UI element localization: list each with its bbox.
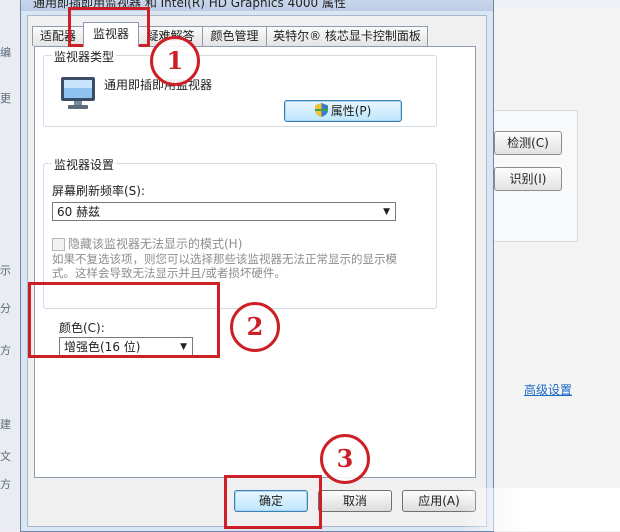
properties-button[interactable]: 属性(P) bbox=[284, 100, 402, 122]
left-fragment: 方 bbox=[0, 344, 11, 357]
identify-button[interactable]: 识别(I) bbox=[494, 167, 562, 191]
watermark-fade bbox=[460, 488, 620, 531]
monitor-type-title: 监视器类型 bbox=[52, 48, 117, 65]
advanced-settings-link[interactable]: 高级设置 bbox=[524, 381, 572, 398]
hide-modes-description: 如果不复选该项，则您可以选择那些该监视器无法正常显示的显示模式。这样会导致无法显… bbox=[52, 252, 397, 280]
step-badge-2: 2 bbox=[230, 302, 280, 352]
properties-button-label: 属性(P) bbox=[330, 104, 372, 118]
step-badge-3: 3 bbox=[320, 434, 370, 484]
left-fragment: 分 bbox=[0, 302, 11, 315]
detect-button[interactable]: 检测(C) bbox=[494, 131, 562, 155]
monitor-type-group: 监视器类型 通用即插即用监视器 属性(P) bbox=[43, 48, 437, 127]
dialog-client: 适配器 监视器 疑难解答 颜色管理 英特尔® 核芯显卡控制面板 监视器类型 通用… bbox=[27, 15, 487, 527]
refresh-rate-select[interactable]: 60 赫兹 ▼ bbox=[52, 202, 396, 221]
left-fragment: 文 bbox=[0, 450, 11, 463]
tab-color-management[interactable]: 颜色管理 bbox=[202, 26, 267, 46]
tab-monitor[interactable]: 监视器 bbox=[83, 22, 139, 47]
left-window-edge: 编 更 示 分 方 建 文 方 bbox=[0, 0, 22, 531]
properties-dialog: 通用即插即用监视器 和 Intel(R) HD Graphics 4000 属性… bbox=[20, 0, 494, 532]
monitor-settings-title: 监视器设置 bbox=[52, 156, 117, 173]
callout-box-colors bbox=[28, 282, 220, 358]
tab-intel-control-panel[interactable]: 英特尔® 核芯显卡控制面板 bbox=[266, 26, 428, 46]
left-fragment: 更 bbox=[0, 92, 11, 105]
refresh-rate-label: 屏幕刷新频率(S): bbox=[52, 184, 146, 198]
background-pane bbox=[488, 8, 620, 488]
hide-modes-checkbox[interactable] bbox=[52, 238, 65, 251]
monitor-icon bbox=[61, 77, 95, 109]
chevron-down-icon: ▼ bbox=[383, 207, 390, 217]
left-fragment: 方 bbox=[0, 478, 11, 491]
step-badge-1: 1 bbox=[150, 36, 200, 86]
left-fragment: 示 bbox=[0, 264, 11, 277]
left-fragment: 编 bbox=[0, 46, 11, 59]
refresh-rate-value: 60 赫兹 bbox=[57, 205, 101, 219]
cancel-button[interactable]: 取消 bbox=[318, 490, 392, 512]
hide-modes-label: 隐藏该监视器无法显示的模式(H) bbox=[68, 237, 243, 251]
callout-box-ok bbox=[224, 475, 322, 529]
left-fragment: 建 bbox=[0, 418, 11, 431]
shield-icon bbox=[314, 103, 328, 117]
monitor-tab-panel: 监视器类型 通用即插即用监视器 属性(P) 监视器设置 屏幕刷新频率(S): 6… bbox=[34, 46, 476, 478]
